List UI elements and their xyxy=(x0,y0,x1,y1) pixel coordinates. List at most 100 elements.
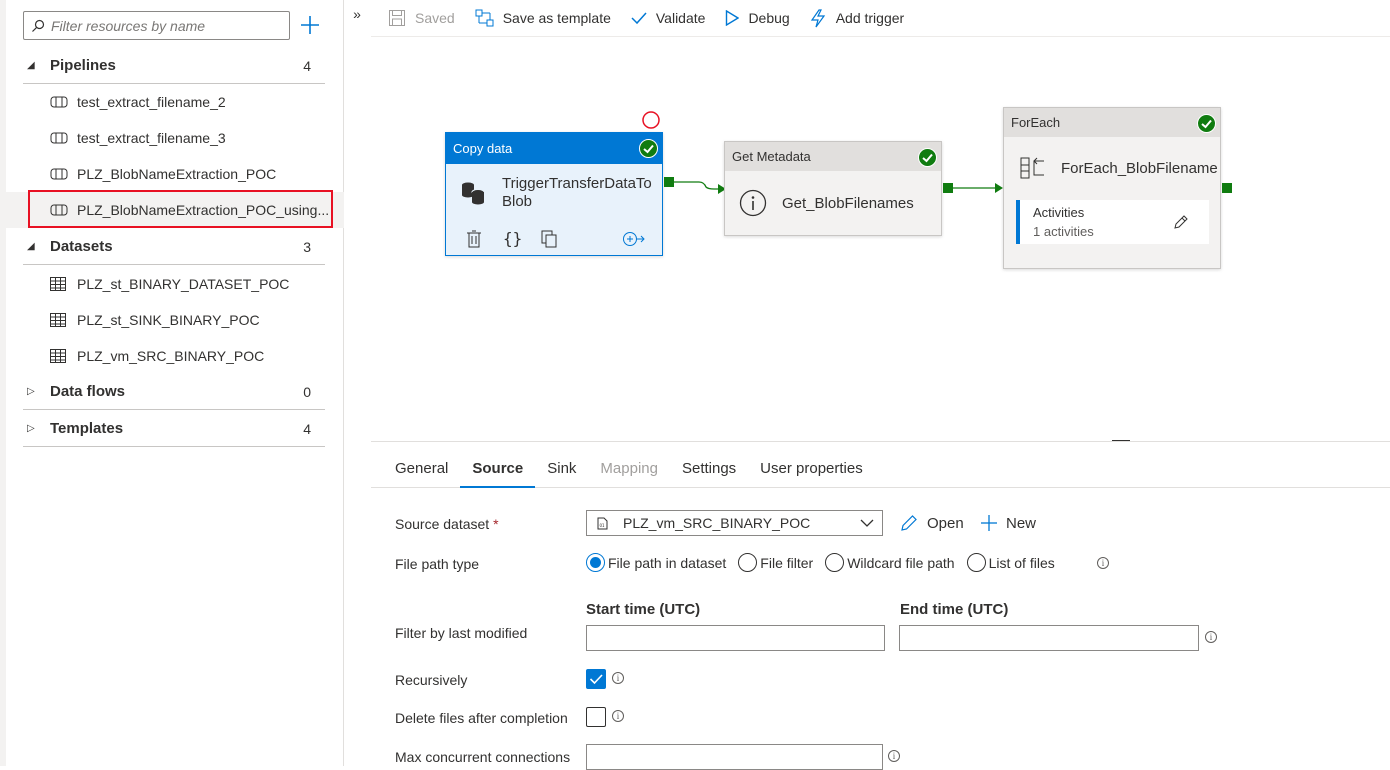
section-label: Pipelines xyxy=(50,57,116,74)
checkmark-icon xyxy=(631,12,647,25)
radio-list-of-files[interactable]: List of files xyxy=(966,553,1055,572)
add-resource-button[interactable] xyxy=(299,14,321,36)
saved-button[interactable]: Saved xyxy=(388,9,455,27)
get-metadata-activity[interactable]: Get Metadata Get_BlobFilenames xyxy=(724,141,942,236)
radio-wildcard-file-path[interactable]: Wildcard file path xyxy=(825,553,955,572)
selected-highlight-box xyxy=(28,190,333,228)
pipeline-label: PLZ_BlobNameExtraction_POC xyxy=(77,166,277,182)
radio-unselected xyxy=(825,553,845,572)
info-icon xyxy=(739,189,767,217)
copy-icon[interactable] xyxy=(541,230,558,248)
source-dataset-label-text: Source dataset xyxy=(395,516,490,532)
tab-user-properties[interactable]: User properties xyxy=(748,450,875,487)
dataset-item[interactable]: PLZ_st_BINARY_DATASET_POC xyxy=(23,266,325,302)
recursively-checkbox[interactable] xyxy=(586,669,606,689)
activity-header: Get Metadata xyxy=(725,142,941,171)
info-icon[interactable]: i xyxy=(612,710,624,722)
info-icon[interactable]: i xyxy=(888,750,900,762)
plus-icon xyxy=(981,515,997,531)
copy-data-activity[interactable]: Copy data TriggerTransferDataTo Blob {} xyxy=(445,132,663,256)
collapse-panel-button[interactable]: » xyxy=(346,6,368,26)
max-connections-label: Max concurrent connections xyxy=(395,749,571,765)
search-box[interactable] xyxy=(23,11,290,40)
new-dataset-button[interactable]: New xyxy=(980,514,1036,532)
add-output-icon[interactable] xyxy=(622,231,646,247)
radio-selected xyxy=(586,553,605,572)
max-connections-input[interactable] xyxy=(586,744,883,770)
pipeline-item[interactable]: PLZ_BlobNameExtraction_POC xyxy=(23,156,325,192)
required-marker: * xyxy=(493,516,499,532)
section-count: 0 xyxy=(303,383,311,400)
radio-file-path-in-dataset[interactable]: File path in dataset xyxy=(586,553,726,572)
delete-files-checkbox[interactable] xyxy=(586,707,606,727)
dataset-item[interactable]: PLZ_vm_SRC_BINARY_POC xyxy=(23,338,325,374)
table-icon xyxy=(50,277,70,291)
pipeline-icon xyxy=(50,168,70,180)
success-check-icon xyxy=(639,139,658,158)
search-input[interactable] xyxy=(51,17,271,34)
pipeline-label: test_extract_filename_2 xyxy=(77,94,226,110)
tab-sink[interactable]: Sink xyxy=(535,450,588,487)
error-circle-icon[interactable] xyxy=(641,110,661,130)
open-dataset-button[interactable]: Open xyxy=(900,514,964,532)
radio-unselected xyxy=(966,553,986,572)
foreach-activity[interactable]: ForEach ForEach_BlobFilename Activities … xyxy=(1003,107,1221,269)
activity-name-line1: TriggerTransferDataTo xyxy=(502,175,652,192)
activity-properties-panel: General Source Sink Mapping Settings Use… xyxy=(371,441,1390,770)
source-dataset-value: PLZ_vm_SRC_BINARY_POC xyxy=(623,515,811,531)
pipeline-item[interactable]: test_extract_filename_3 xyxy=(23,120,325,156)
source-dataset-select[interactable]: 01 PLZ_vm_SRC_BINARY_POC xyxy=(586,510,883,536)
info-icon[interactable]: i xyxy=(612,672,624,684)
template-icon xyxy=(475,9,494,27)
start-time-input[interactable] xyxy=(586,625,885,651)
properties-tabs: General Source Sink Mapping Settings Use… xyxy=(371,450,1390,488)
connector-arrow xyxy=(953,183,1003,193)
delete-icon[interactable] xyxy=(466,230,482,248)
tab-source[interactable]: Source xyxy=(460,450,536,488)
tab-mapping[interactable]: Mapping xyxy=(588,450,670,487)
new-label: New xyxy=(1006,514,1037,532)
activity-name: TriggerTransferDataTo Blob xyxy=(502,175,652,211)
section-pipelines[interactable]: ◢ Pipelines 4 xyxy=(23,48,325,84)
validate-button[interactable]: Validate xyxy=(631,10,705,26)
caret-expanded-icon: ◢ xyxy=(27,241,35,252)
success-check-icon xyxy=(918,148,937,167)
database-copy-icon xyxy=(462,182,485,205)
info-icon[interactable]: i xyxy=(1205,631,1217,643)
success-output-port[interactable] xyxy=(943,183,953,193)
section-label: Templates xyxy=(50,420,124,437)
dataset-label: PLZ_st_BINARY_DATASET_POC xyxy=(77,276,290,292)
section-dataflows[interactable]: ▷ Data flows 0 xyxy=(23,374,325,410)
activity-type: Copy data xyxy=(453,141,513,156)
pipeline-icon xyxy=(50,132,70,144)
pencil-icon[interactable] xyxy=(1173,214,1189,230)
save-as-template-label: Save as template xyxy=(502,10,611,26)
tab-general[interactable]: General xyxy=(371,450,460,487)
delete-files-label: Delete files after completion xyxy=(395,710,568,726)
save-as-template-button[interactable]: Save as template xyxy=(475,9,611,27)
code-icon[interactable]: {} xyxy=(503,229,522,248)
radio-file-filter[interactable]: File filter xyxy=(738,553,813,572)
end-time-input[interactable] xyxy=(899,625,1199,651)
add-trigger-button[interactable]: Add trigger xyxy=(810,8,904,28)
success-output-port[interactable] xyxy=(1222,183,1232,193)
pipeline-item[interactable]: test_extract_filename_2 xyxy=(23,84,325,120)
section-datasets[interactable]: ◢ Datasets 3 xyxy=(23,229,325,265)
radio-label: File path in dataset xyxy=(608,554,727,571)
start-time-label: Start time (UTC) xyxy=(586,601,701,618)
activity-body: ForEach_BlobFilename xyxy=(1004,137,1220,199)
tab-settings[interactable]: Settings xyxy=(670,450,748,487)
activity-type: Get Metadata xyxy=(732,149,811,164)
success-output-port[interactable] xyxy=(664,177,674,187)
pencil-icon xyxy=(901,515,917,531)
dataset-item[interactable]: PLZ_st_SINK_BINARY_POC xyxy=(23,302,325,338)
foreach-loop-icon xyxy=(1020,157,1044,179)
activity-name: ForEach_BlobFilename xyxy=(1061,159,1218,177)
debug-button[interactable]: Debug xyxy=(725,10,790,26)
section-templates[interactable]: ▷ Templates 4 xyxy=(23,411,325,447)
save-icon xyxy=(389,10,405,26)
section-label: Datasets xyxy=(50,238,113,255)
info-icon[interactable]: i xyxy=(1097,557,1109,569)
inner-activities-box[interactable]: Activities 1 activities xyxy=(1016,200,1209,244)
activity-header: Copy data xyxy=(446,133,662,164)
